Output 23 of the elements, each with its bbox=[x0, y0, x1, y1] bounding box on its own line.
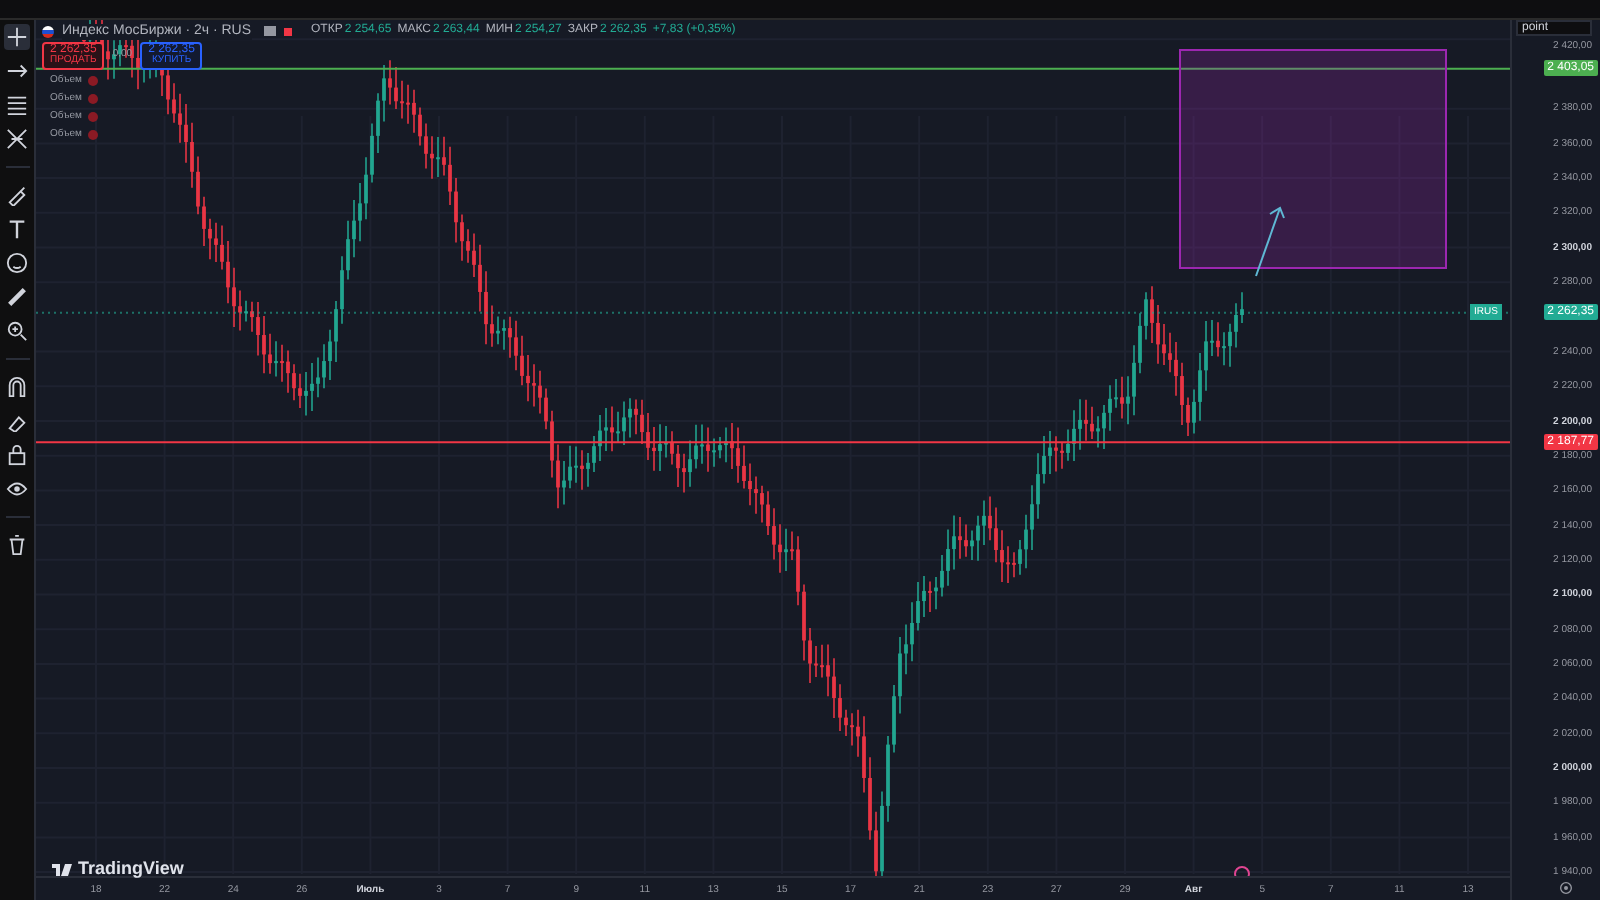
brush-icon[interactable] bbox=[6, 184, 28, 206]
eye-icon[interactable] bbox=[6, 478, 28, 500]
lock-icon[interactable] bbox=[6, 444, 28, 466]
lines-icon[interactable] bbox=[6, 94, 28, 116]
arrow-drawing[interactable] bbox=[1255, 206, 1285, 277]
collapse-icon[interactable] bbox=[263, 26, 276, 36]
magnet-icon[interactable] bbox=[6, 376, 28, 398]
horizontal-line[interactable] bbox=[36, 441, 1511, 444]
arrow-icon[interactable] bbox=[6, 60, 28, 82]
text-icon[interactable] bbox=[6, 218, 28, 240]
price-axis[interactable] bbox=[1510, 20, 1600, 900]
ruler-icon[interactable] bbox=[6, 286, 28, 308]
cross-lines-icon[interactable] bbox=[6, 128, 28, 150]
logo-text: TradingView bbox=[78, 856, 184, 882]
horizontal-line[interactable] bbox=[36, 67, 1511, 70]
smiley-icon[interactable] bbox=[6, 252, 28, 274]
zoom-icon[interactable] bbox=[6, 320, 28, 342]
logo-icon bbox=[52, 863, 72, 876]
status-icon bbox=[283, 27, 292, 35]
flag-icon bbox=[42, 25, 54, 37]
trash-icon[interactable] bbox=[6, 534, 28, 556]
crosshair-icon[interactable] bbox=[6, 26, 28, 48]
settings-icon[interactable] bbox=[1558, 880, 1574, 896]
